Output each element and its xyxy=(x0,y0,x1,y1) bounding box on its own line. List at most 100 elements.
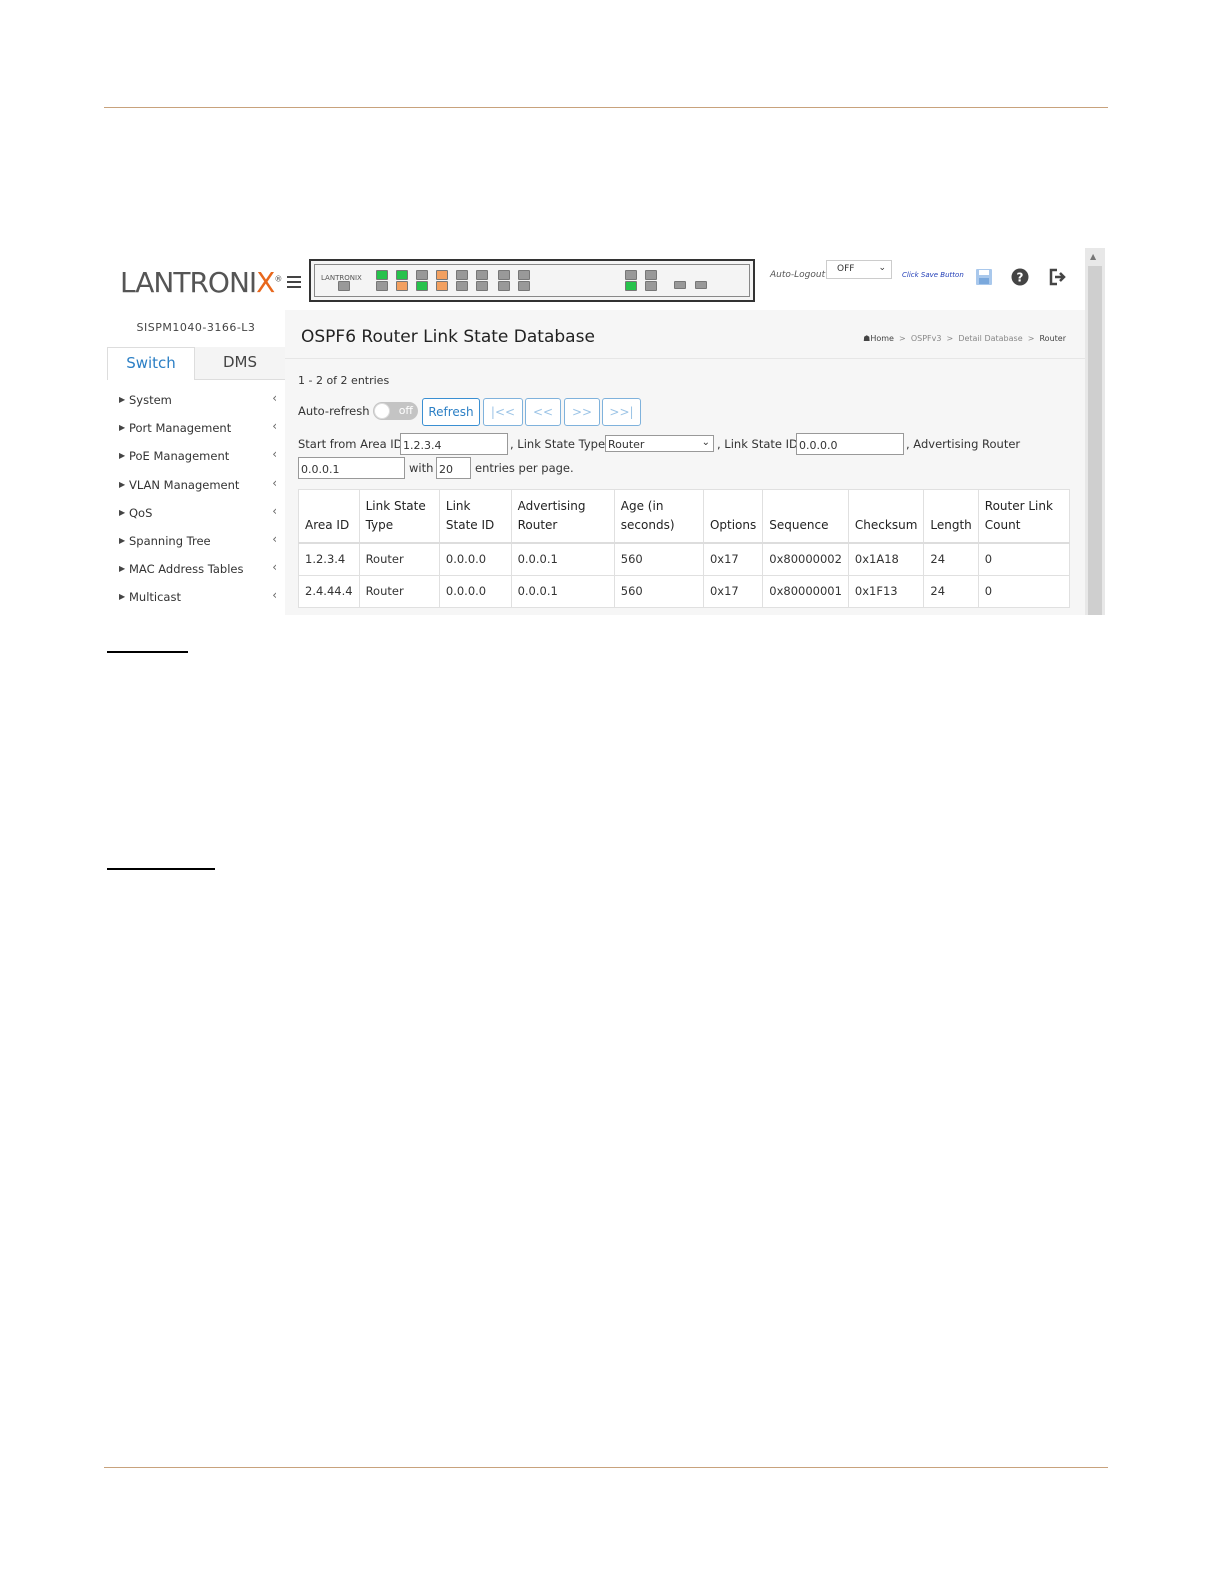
logout-icon[interactable] xyxy=(1048,268,1066,286)
toggle-knob xyxy=(374,403,390,419)
logo-x: X xyxy=(256,266,275,299)
sidebar-item-label: VLAN Management xyxy=(129,477,240,492)
first-page-button[interactable]: |<< xyxy=(483,398,523,426)
col-age[interactable]: Age (in seconds) xyxy=(613,489,704,544)
tab-switch[interactable]: Switch xyxy=(107,347,195,380)
auto-logout-label: Auto-Logout xyxy=(770,270,826,280)
sidebar-item-label: PoE Management xyxy=(129,449,230,464)
table-row: 1.2.3.4 Router 0.0.0.0 0.0.0.1 560 0x17 … xyxy=(298,542,1071,576)
cell-checksum: 0x1F13 xyxy=(847,574,925,608)
col-link-state-id[interactable]: Link State ID xyxy=(438,489,512,544)
area-id-input[interactable]: 1.2.3.4 xyxy=(400,433,508,455)
sidebar-item-port-management[interactable]: ▶ Port Management ‹ xyxy=(107,414,285,442)
port-5[interactable] xyxy=(416,270,428,280)
control-row: Auto-refresh off Refresh |<< << >> >>| xyxy=(298,398,1078,429)
cell-advertising-router: 0.0.0.1 xyxy=(510,542,615,576)
save-icon[interactable] xyxy=(975,268,993,286)
col-checksum[interactable]: Checksum xyxy=(847,489,925,544)
breadcrumb-home[interactable]: Home xyxy=(870,334,894,343)
cell-link-state-type: Router xyxy=(358,542,440,576)
port-7[interactable] xyxy=(436,270,448,280)
sidebar-item-multicast[interactable]: ▶ Multicast ‹ xyxy=(107,583,285,611)
sidebar-item-label: MAC Address Tables xyxy=(129,562,244,577)
port-18[interactable] xyxy=(625,281,637,291)
sidebar-item-label: QoS xyxy=(129,505,153,520)
advertising-router-input[interactable]: 0.0.0.1 xyxy=(298,457,405,479)
auto-refresh-toggle[interactable]: off xyxy=(373,402,418,420)
port-21[interactable] xyxy=(674,281,686,289)
cell-length: 24 xyxy=(923,542,979,576)
port-19[interactable] xyxy=(645,270,657,280)
next-page-button[interactable]: >> xyxy=(564,398,600,426)
lantronix-logo[interactable]: LANTRONIX® xyxy=(120,266,282,299)
cell-checksum: 0x1A18 xyxy=(847,542,925,576)
with-label: with xyxy=(409,461,434,475)
sidebar-item-label: Spanning Tree xyxy=(129,533,211,548)
help-icon[interactable]: ? xyxy=(1011,268,1029,286)
prev-page-button[interactable]: << xyxy=(525,398,561,426)
scroll-up-icon[interactable]: ▲ xyxy=(1090,252,1096,261)
port-11[interactable] xyxy=(476,270,488,280)
cell-sequence: 0x80000002 xyxy=(762,542,849,576)
chevron-left-icon: ‹ xyxy=(272,475,277,490)
port-3[interactable] xyxy=(396,270,408,280)
caret-right-icon: ▶ xyxy=(119,564,126,574)
page-top-rule xyxy=(104,107,1108,108)
breadcrumb-ospfv3[interactable]: OSPFv3 xyxy=(911,334,942,343)
col-length[interactable]: Length xyxy=(923,489,979,544)
cell-link-state-id: 0.0.0.0 xyxy=(438,574,512,608)
auto-logout-select[interactable]: OFF ⌄ xyxy=(826,260,892,279)
port-22[interactable] xyxy=(695,281,707,289)
last-page-button[interactable]: >>| xyxy=(602,398,641,426)
port-6[interactable] xyxy=(416,281,428,291)
port-16[interactable] xyxy=(518,281,530,291)
tab-dms[interactable]: DMS xyxy=(195,347,285,380)
col-router-link-count[interactable]: Router Link Count xyxy=(977,489,1071,544)
port-2[interactable] xyxy=(376,281,388,291)
caret-right-icon: ▶ xyxy=(119,423,126,433)
vertical-scrollbar[interactable]: ▲ xyxy=(1085,248,1105,615)
sidebar-item-label: System xyxy=(129,393,172,407)
port-1[interactable] xyxy=(376,270,388,280)
cell-age: 560 xyxy=(613,574,704,608)
sidebar-item-mac-address-tables[interactable]: ▶ MAC Address Tables ‹ xyxy=(107,555,285,583)
col-sequence[interactable]: Sequence xyxy=(762,489,849,544)
scrollbar-thumb[interactable] xyxy=(1088,266,1102,615)
sidebar-item-label: Port Management xyxy=(129,421,232,436)
caret-right-icon: ▶ xyxy=(119,395,126,404)
sidebar-item-vlan-management[interactable]: ▶ VLAN Management ‹ xyxy=(107,471,285,499)
port-14[interactable] xyxy=(498,281,510,291)
breadcrumb: ☗Home > OSPFv3 > Detail Database > Route… xyxy=(863,334,1066,343)
entries-per-page-input[interactable]: 20 xyxy=(436,457,471,479)
hamburger-menu-icon[interactable] xyxy=(287,276,301,291)
port-13[interactable] xyxy=(498,270,510,280)
sidebar-item-poe-management[interactable]: ▶ PoE Management ‹ xyxy=(107,442,285,470)
port-9[interactable] xyxy=(456,270,468,280)
col-options[interactable]: Options xyxy=(702,489,764,544)
main-content: OSPF6 Router Link State Database ☗Home >… xyxy=(285,310,1085,615)
col-link-state-type[interactable]: Link State Type xyxy=(358,489,440,544)
refresh-button[interactable]: Refresh xyxy=(422,398,480,426)
port-8[interactable] xyxy=(436,281,448,291)
link-state-type-label: , Link State Type xyxy=(510,437,606,451)
filter-row-2: 0.0.0.1 with 20 entries per page. xyxy=(298,457,1078,479)
logo-reg-mark: ® xyxy=(274,274,282,284)
sidebar-item-system[interactable]: ▶ System ‹ xyxy=(107,386,285,414)
breadcrumb-detail-database[interactable]: Detail Database xyxy=(958,334,1022,343)
port-0[interactable] xyxy=(338,281,350,291)
chevron-left-icon: ‹ xyxy=(272,588,277,603)
port-15[interactable] xyxy=(518,270,530,280)
device-name: SISPM1040-3166-L3 xyxy=(136,321,256,334)
sidebar-item-qos[interactable]: ▶ QoS ‹ xyxy=(107,499,285,527)
port-20[interactable] xyxy=(645,281,657,291)
port-12[interactable] xyxy=(476,281,488,291)
logo-text: LANTRONI xyxy=(120,266,257,299)
col-area-id[interactable]: Area ID xyxy=(298,489,360,544)
port-10[interactable] xyxy=(456,281,468,291)
link-state-type-select[interactable]: Router ⌄ xyxy=(605,435,714,452)
port-17[interactable] xyxy=(625,270,637,280)
col-advertising-router[interactable]: Advertising Router xyxy=(510,489,615,544)
port-4[interactable] xyxy=(396,281,408,291)
sidebar-item-spanning-tree[interactable]: ▶ Spanning Tree ‹ xyxy=(107,527,285,555)
link-state-id-input[interactable]: 0.0.0.0 xyxy=(796,433,904,455)
